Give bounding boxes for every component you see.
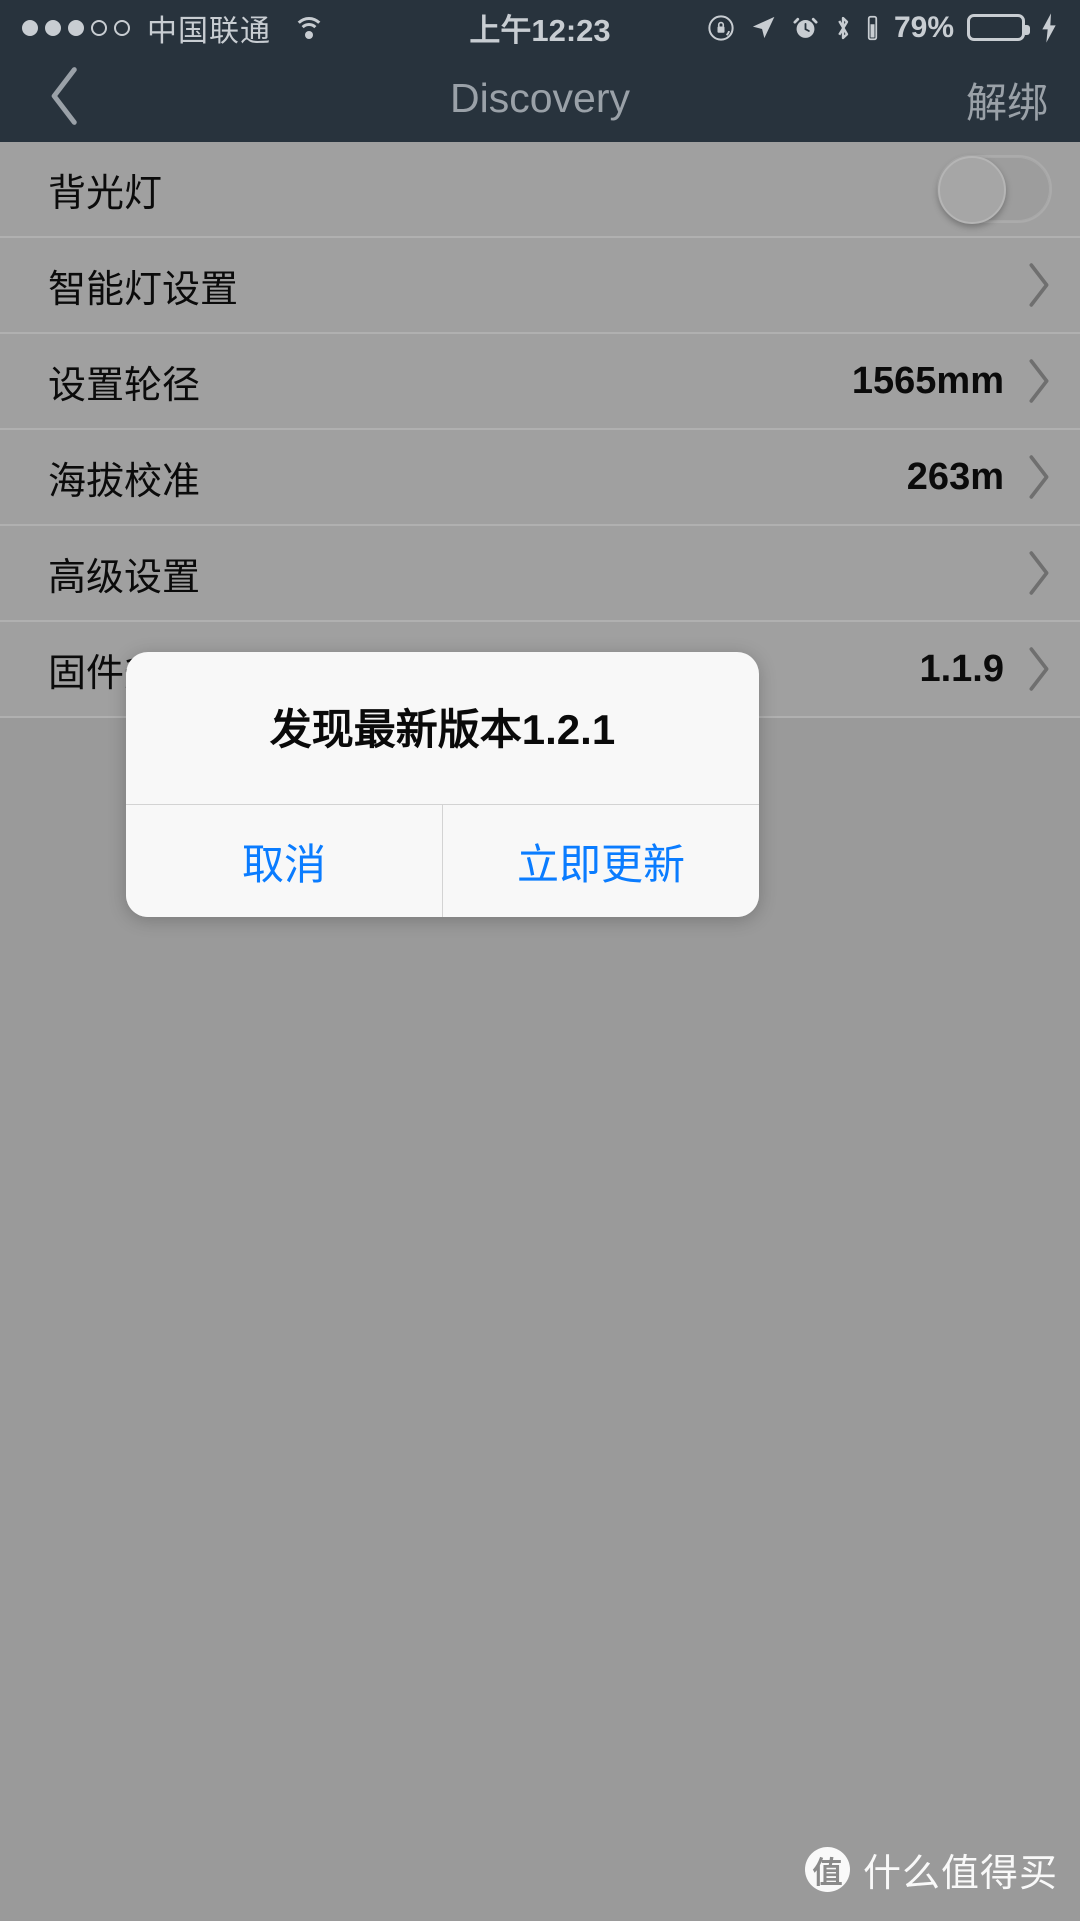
unbind-button[interactable]: 解绑 (966, 69, 1048, 129)
row-value: 1565mm (851, 359, 1004, 402)
row-value: 1.1.9 (919, 647, 1004, 690)
navigation-bar: Discovery 解绑 (0, 55, 1080, 142)
firmware-update-alert: 发现最新版本1.2.1 取消 立即更新 (126, 652, 759, 917)
status-bar: 中国联通 上午12:23 79% (0, 0, 1080, 55)
bluetooth-battery-icon (866, 13, 879, 43)
watermark-logo-icon: 值 (804, 1847, 850, 1892)
toggle-knob (938, 156, 1006, 224)
alert-body: 发现最新版本1.2.1 (126, 652, 759, 804)
status-bar-right: 79% (706, 11, 1060, 45)
chevron-right-icon (1026, 454, 1052, 500)
settings-row-advanced[interactable]: 高级设置 (0, 526, 1080, 622)
battery-percent-label: 79% (893, 10, 954, 44)
location-arrow-icon (749, 13, 778, 42)
settings-row-wheel-diameter[interactable]: 设置轮径 1565mm (0, 334, 1080, 430)
watermark: 值 什么值得买 (804, 1842, 1058, 1897)
row-value: 263m (906, 455, 1004, 498)
page-title: Discovery (450, 75, 630, 121)
settings-row-backlight[interactable]: 背光灯 (0, 142, 1080, 238)
row-label: 高级设置 (48, 556, 201, 599)
settings-row-smart-light[interactable]: 智能灯设置 (0, 238, 1080, 334)
chevron-right-icon (1026, 646, 1052, 692)
alert-title: 发现最新版本1.2.1 (269, 705, 616, 753)
row-label: 背光灯 (48, 172, 163, 215)
watermark-text: 什么值得买 (862, 1853, 1058, 1895)
cancel-button[interactable]: 取消 (126, 805, 442, 917)
chevron-right-icon (1026, 358, 1052, 404)
row-label: 智能灯设置 (48, 268, 239, 311)
update-now-button[interactable]: 立即更新 (443, 805, 759, 917)
chevron-right-icon (1026, 550, 1052, 596)
settings-row-altitude-calibration[interactable]: 海拔校准 263m (0, 430, 1080, 526)
settings-list: 背光灯 智能灯设置 设置轮径 1565mm 海拔校准 263m 高级设置 固件升… (0, 142, 1080, 718)
lightning-bolt-icon (1038, 12, 1060, 44)
alarm-clock-icon (791, 13, 820, 42)
alert-actions: 取消 立即更新 (126, 805, 759, 917)
row-label: 设置轮径 (48, 364, 201, 407)
rotation-lock-icon (706, 13, 736, 43)
backlight-toggle[interactable] (937, 155, 1052, 224)
row-label: 海拔校准 (48, 460, 201, 503)
bluetooth-icon (833, 13, 853, 43)
chevron-right-icon (1026, 262, 1052, 308)
battery-icon (967, 14, 1030, 41)
